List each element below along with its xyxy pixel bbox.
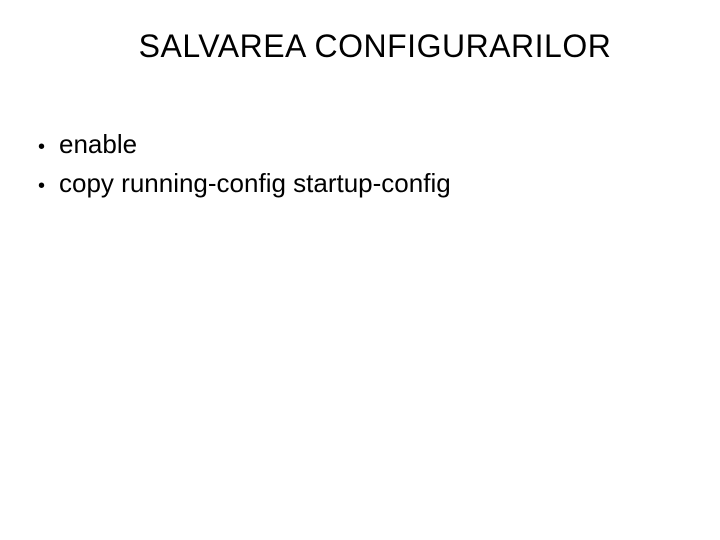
slide: SALVAREA CONFIGURARILOR • enable • copy … <box>0 0 720 540</box>
list-item: • copy running-config startup-config <box>38 166 690 201</box>
slide-content: • enable • copy running-config startup-c… <box>30 127 690 201</box>
bullet-text: enable <box>59 127 137 162</box>
list-item: • enable <box>38 127 690 162</box>
bullet-text: copy running-config startup-config <box>59 166 451 201</box>
bullet-icon: • <box>38 134 45 161</box>
bullet-icon: • <box>38 173 45 200</box>
slide-title: SALVAREA CONFIGURARILOR <box>60 28 690 65</box>
